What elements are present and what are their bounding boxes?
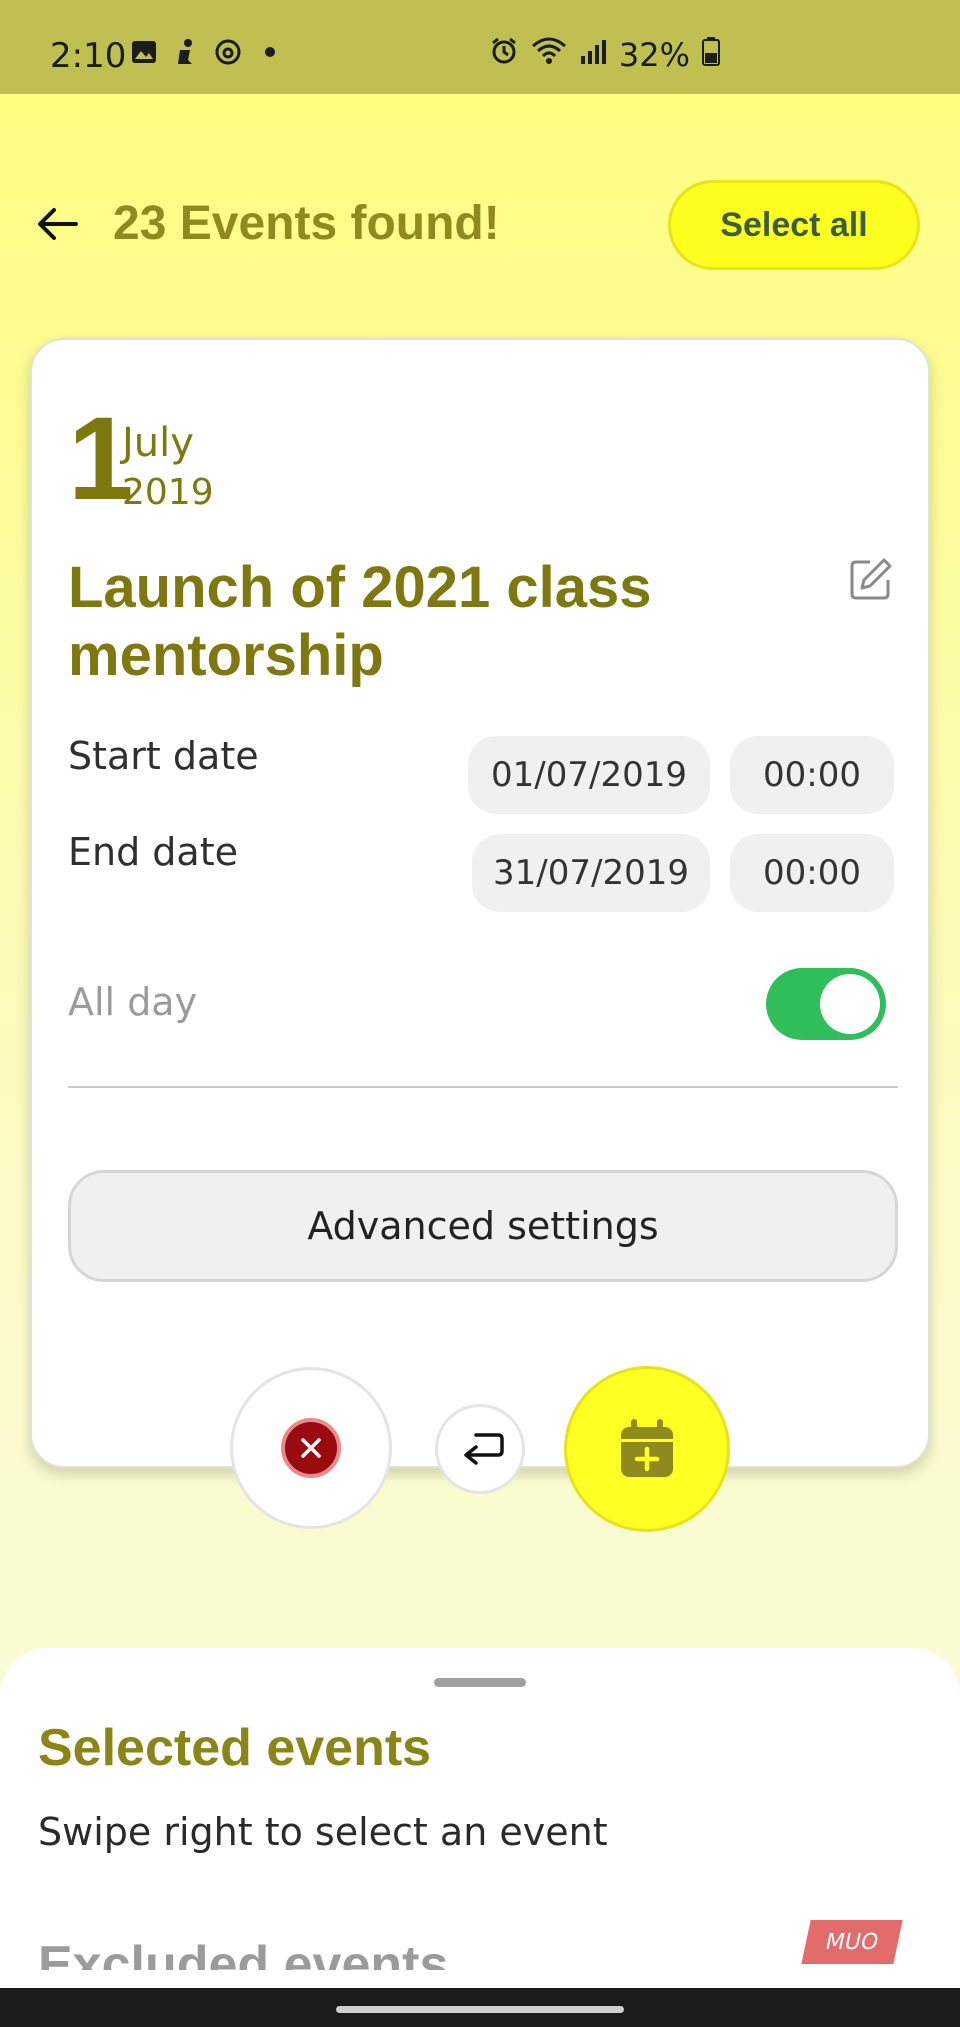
event-card[interactable]: 1 July 2019 Launch of 2021 class mentors… [30, 338, 930, 1468]
signal-icon [579, 36, 607, 74]
gallery-icon [130, 38, 158, 66]
muo-watermark-logo: MUO [801, 1920, 903, 1964]
event-year: 2019 [122, 472, 214, 513]
select-all-button[interactable]: Select all [668, 180, 920, 270]
calendar-plus-icon [621, 1419, 673, 1477]
edit-icon[interactable] [848, 556, 894, 602]
reject-event-button[interactable] [230, 1367, 392, 1529]
toggle-knob [820, 974, 880, 1034]
status-time: 2:10 [50, 36, 127, 76]
status-bar: 2:10 32% [0, 0, 960, 94]
end-date-field[interactable]: 31/07/2019 [472, 834, 710, 912]
back-button[interactable] [30, 196, 86, 252]
alarm-icon [489, 36, 519, 74]
advanced-settings-button[interactable]: Advanced settings [68, 1170, 898, 1282]
undo-button[interactable] [435, 1404, 525, 1494]
start-date-field[interactable]: 01/07/2019 [468, 736, 710, 814]
sheet-drag-handle[interactable] [434, 1678, 526, 1687]
threads-icon [214, 38, 242, 66]
selected-events-title: Selected events [38, 1719, 432, 1777]
add-to-calendar-button[interactable] [564, 1366, 730, 1532]
end-time-field[interactable]: 00:00 [730, 834, 894, 912]
wifi-icon [531, 36, 567, 74]
home-gesture-handle[interactable] [336, 2006, 624, 2013]
excluded-events-title: Excluded events [38, 1936, 449, 1970]
x-icon [281, 1418, 341, 1478]
start-date-label: Start date [68, 734, 259, 778]
battery-icon [702, 36, 720, 74]
divider [68, 1086, 898, 1088]
selected-events-hint: Swipe right to select an event [38, 1810, 608, 1854]
accessibility-icon [172, 38, 200, 66]
system-nav-bar [0, 1988, 960, 2027]
event-title: Launch of 2021 class mentorship [68, 555, 652, 688]
status-notification-icons [130, 38, 284, 66]
arrow-left-icon [38, 208, 78, 240]
battery-percent: 32% [618, 36, 690, 74]
all-day-label: All day [68, 980, 198, 1024]
start-time-field[interactable]: 00:00 [730, 736, 894, 814]
event-month: July [122, 420, 194, 466]
page-title: 23 Events found! [113, 197, 500, 250]
dot-icon [256, 38, 284, 66]
end-date-label: End date [68, 830, 238, 874]
undo-icon [464, 1433, 504, 1465]
all-day-toggle[interactable] [766, 968, 886, 1040]
selected-events-sheet[interactable]: Selected events Swipe right to select an… [0, 1648, 960, 1988]
status-system-icons: 32% [489, 36, 720, 74]
